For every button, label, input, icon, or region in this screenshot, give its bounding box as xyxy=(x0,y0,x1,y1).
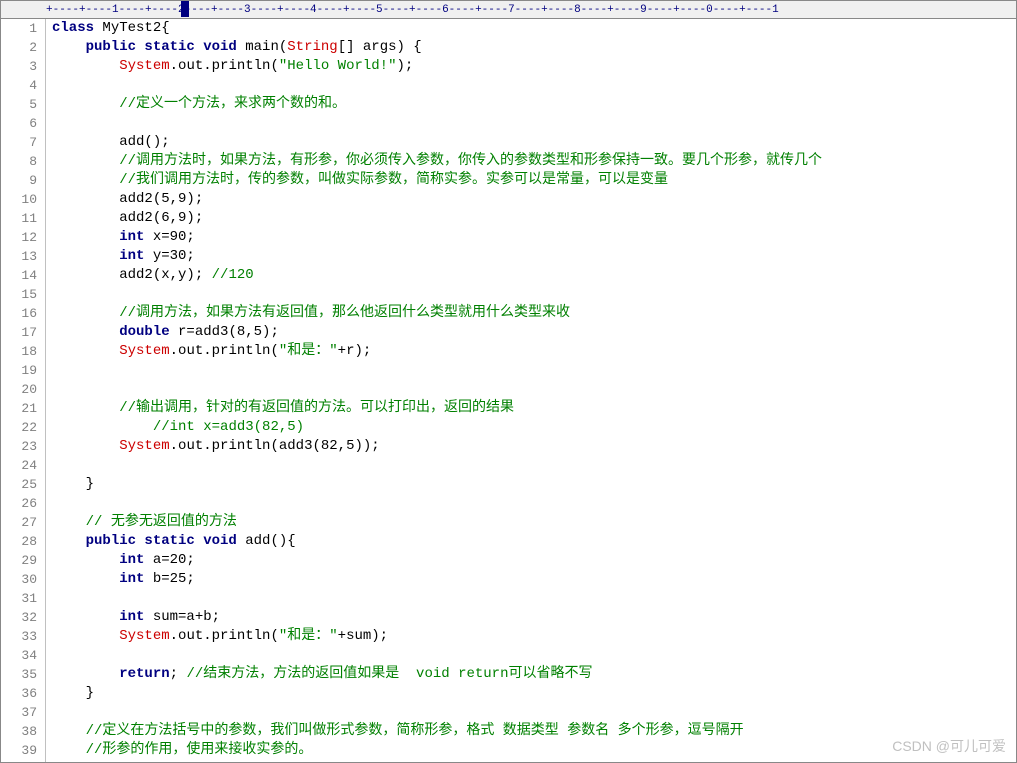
line-number: 27 xyxy=(1,513,37,532)
code-content[interactable]: class MyTest2{ public static void main(S… xyxy=(46,19,1016,762)
code-line[interactable]: // 无参无返回值的方法 xyxy=(52,513,1016,532)
watermark-text: CSDN @可儿可爱 xyxy=(892,736,1006,756)
line-number: 11 xyxy=(1,209,37,228)
code-line[interactable]: int y=30; xyxy=(52,247,1016,266)
code-line[interactable] xyxy=(52,76,1016,95)
code-line[interactable] xyxy=(52,285,1016,304)
line-number: 31 xyxy=(1,589,37,608)
code-line[interactable]: add2(5,9); xyxy=(52,190,1016,209)
line-number: 8 xyxy=(1,152,37,171)
code-line[interactable] xyxy=(52,646,1016,665)
line-number: 6 xyxy=(1,114,37,133)
line-number: 10 xyxy=(1,190,37,209)
code-line[interactable]: class MyTest2{ xyxy=(52,19,1016,38)
line-number: 21 xyxy=(1,399,37,418)
line-number: 34 xyxy=(1,646,37,665)
line-number: 22 xyxy=(1,418,37,437)
line-number-gutter: 1234567891011121314151617181920212223242… xyxy=(1,19,46,762)
editor-area: 1234567891011121314151617181920212223242… xyxy=(1,19,1016,762)
code-line[interactable] xyxy=(52,114,1016,133)
code-line[interactable]: } xyxy=(52,684,1016,703)
line-number: 13 xyxy=(1,247,37,266)
code-line[interactable]: add(); xyxy=(52,133,1016,152)
code-line[interactable] xyxy=(52,494,1016,513)
code-line[interactable]: int a=20; xyxy=(52,551,1016,570)
code-line[interactable]: double r=add3(8,5); xyxy=(52,323,1016,342)
line-number: 14 xyxy=(1,266,37,285)
line-number: 3 xyxy=(1,57,37,76)
code-line[interactable]: public static void add(){ xyxy=(52,532,1016,551)
code-line[interactable]: //int x=add3(82,5) xyxy=(52,418,1016,437)
line-number: 38 xyxy=(1,722,37,741)
code-line[interactable]: //输出调用，针对的有返回值的方法。可以打印出，返回的结果 xyxy=(52,399,1016,418)
code-line[interactable]: //形参的作用，使用来接收实参的。 xyxy=(52,741,1016,760)
code-line[interactable] xyxy=(52,361,1016,380)
code-line[interactable]: add2(x,y); //120 xyxy=(52,266,1016,285)
line-number: 5 xyxy=(1,95,37,114)
line-number: 33 xyxy=(1,627,37,646)
line-number: 36 xyxy=(1,684,37,703)
code-line[interactable]: int sum=a+b; xyxy=(52,608,1016,627)
code-line[interactable]: //调用方法，如果方法有返回值，那么他返回什么类型就用什么类型来收 xyxy=(52,304,1016,323)
code-line[interactable]: System.out.println(add3(82,5)); xyxy=(52,437,1016,456)
line-number: 20 xyxy=(1,380,37,399)
code-line[interactable]: System.out.println("Hello World!"); xyxy=(52,57,1016,76)
code-line[interactable] xyxy=(52,703,1016,722)
line-number: 29 xyxy=(1,551,37,570)
column-ruler: +----+----1----+----2----+----3----+----… xyxy=(1,1,1016,19)
code-line[interactable]: add2(6,9); xyxy=(52,209,1016,228)
ruler-cursor-mark xyxy=(181,1,189,17)
code-line[interactable] xyxy=(52,456,1016,475)
line-number: 23 xyxy=(1,437,37,456)
code-line[interactable]: int x=90; xyxy=(52,228,1016,247)
line-number: 16 xyxy=(1,304,37,323)
line-number: 1 xyxy=(1,19,37,38)
line-number: 24 xyxy=(1,456,37,475)
code-line[interactable]: System.out.println("和是："+sum); xyxy=(52,627,1016,646)
line-number: 18 xyxy=(1,342,37,361)
code-line[interactable] xyxy=(52,589,1016,608)
line-number: 37 xyxy=(1,703,37,722)
line-number: 19 xyxy=(1,361,37,380)
code-line[interactable]: //我们调用方法时，传的参数，叫做实际参数，简称实参。实参可以是常量，可以是变量 xyxy=(52,171,1016,190)
line-number: 28 xyxy=(1,532,37,551)
line-number: 15 xyxy=(1,285,37,304)
ruler-text: +----+----1----+----2----+----3----+----… xyxy=(46,4,779,16)
line-number: 25 xyxy=(1,475,37,494)
line-number: 17 xyxy=(1,323,37,342)
line-number: 26 xyxy=(1,494,37,513)
line-number: 32 xyxy=(1,608,37,627)
code-line[interactable]: } xyxy=(52,475,1016,494)
line-number: 9 xyxy=(1,171,37,190)
code-line[interactable] xyxy=(52,380,1016,399)
line-number: 4 xyxy=(1,76,37,95)
code-line[interactable]: //调用方法时，如果方法，有形参，你必须传入参数，你传入的参数类型和形参保持一致… xyxy=(52,152,1016,171)
code-line[interactable]: //定义在方法括号中的参数，我们叫做形式参数，简称形参，格式 数据类型 参数名 … xyxy=(52,722,1016,741)
line-number: 35 xyxy=(1,665,37,684)
line-number: 30 xyxy=(1,570,37,589)
line-number: 7 xyxy=(1,133,37,152)
code-line[interactable]: return; //结束方法，方法的返回值如果是 void return可以省略… xyxy=(52,665,1016,684)
code-line[interactable]: //定义一个方法，来求两个数的和。 xyxy=(52,95,1016,114)
line-number: 12 xyxy=(1,228,37,247)
code-line[interactable]: int b=25; xyxy=(52,570,1016,589)
code-line[interactable]: public static void main(String[] args) { xyxy=(52,38,1016,57)
line-number: 39 xyxy=(1,741,37,760)
code-line[interactable]: System.out.println("和是："+r); xyxy=(52,342,1016,361)
line-number: 2 xyxy=(1,38,37,57)
